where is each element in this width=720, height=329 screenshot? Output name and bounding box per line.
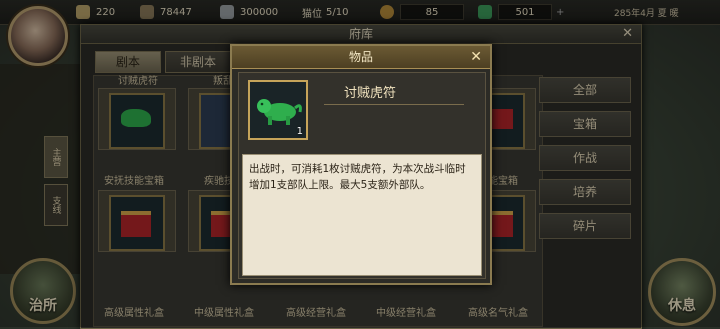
popup-close-icon[interactable]: ✕ (470, 46, 482, 68)
item-detail-popup: 物品 ✕ 1 讨贼虎符 出战时，可消耗1枚讨贼虎符，为本次战斗临时增加1支部队上… (230, 44, 492, 285)
item-name: 讨贼虎符 (344, 86, 397, 101)
item-count: 1 (296, 126, 303, 137)
item-description: 出战时，可消耗1枚讨贼虎符，为本次战斗临时增加1支部队上限。最大5支额外部队。 (249, 163, 466, 191)
item-preview-slot: 1 (248, 80, 308, 140)
item-description-box: 出战时，可消耗1枚讨贼虎符，为本次战斗临时增加1支部队上限。最大5支额外部队。 (242, 154, 482, 276)
name-divider (324, 104, 464, 105)
popup-title: 物品 (348, 50, 373, 64)
popup-header: 物品 ✕ (232, 46, 490, 69)
